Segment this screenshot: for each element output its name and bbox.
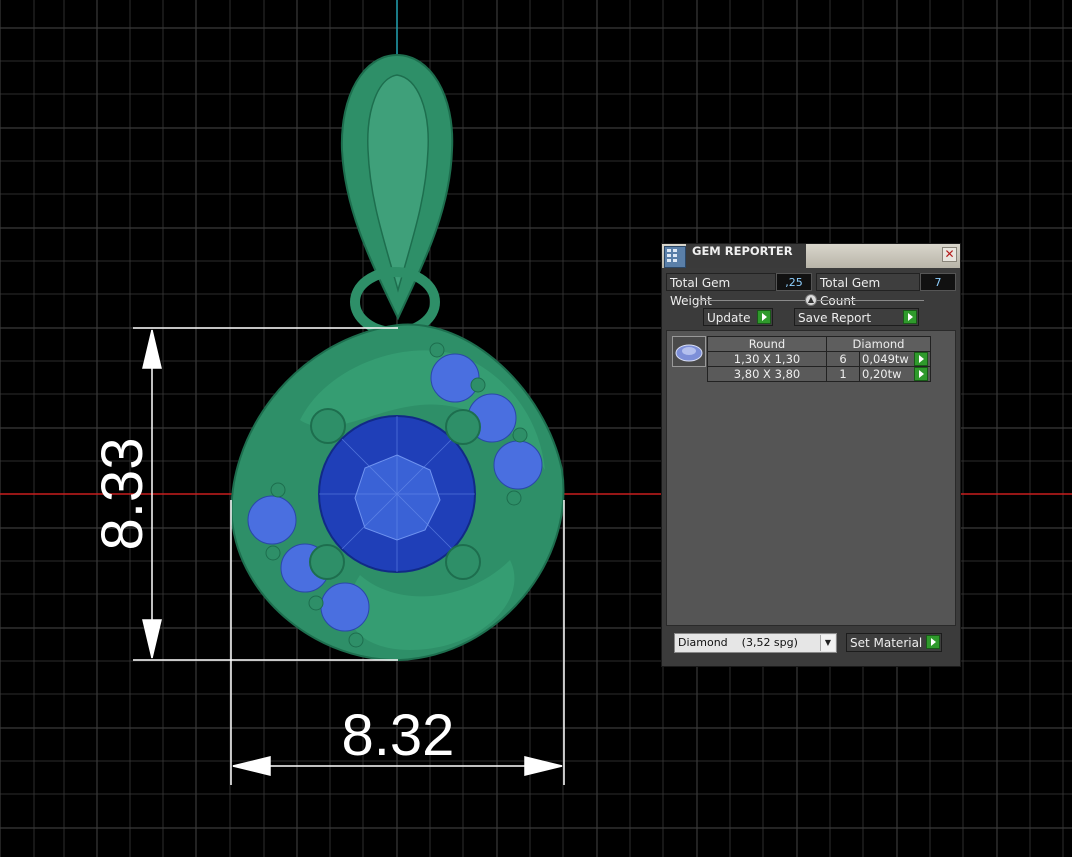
gem-count: 1 [826, 366, 860, 382]
arrowhead [142, 619, 162, 659]
save-report-button-label: Save Report [798, 311, 872, 325]
total-gem-weight-value: ,25 [776, 273, 812, 291]
column-header-material: Diamond [826, 336, 931, 352]
play-arrow-icon[interactable] [914, 367, 928, 381]
update-button-label: Update [707, 311, 751, 325]
gem-table: Round Diamond 1,30 X 1,30 6 0,049tw 3,80… [707, 336, 931, 382]
gem-size: 1,30 X 1,30 [707, 351, 827, 367]
panel-titlebar[interactable]: GEM REPORTER ✕ [662, 244, 960, 268]
pendant-model[interactable] [230, 53, 565, 662]
dimension-vertical-label: 8.33 [90, 438, 155, 551]
dimension-horizontal-label: 8.32 [342, 703, 455, 768]
total-gem-weight-label: Total Gem Weight [666, 273, 776, 308]
gem-count: 6 [826, 351, 860, 367]
table-row[interactable]: 1,30 X 1,30 6 0,049tw [707, 351, 931, 367]
arrowhead [524, 756, 563, 776]
play-arrow-icon[interactable] [757, 310, 771, 324]
side-stone [320, 582, 370, 632]
gem-reporter-panel: GEM REPORTER ✕ Total Gem Weight ,25 Tota… [661, 243, 961, 667]
side-stone [247, 495, 297, 545]
side-stone [430, 353, 480, 403]
save-report-button[interactable]: Save Report [794, 308, 919, 326]
total-gem-count-value: 7 [920, 273, 956, 291]
play-arrow-icon[interactable] [914, 352, 928, 366]
gem-list[interactable]: Round Diamond 1,30 X 1,30 6 0,049tw 3,80… [666, 330, 956, 626]
gem-weight: 0,049tw [862, 352, 909, 366]
column-header-shape: Round [707, 336, 827, 352]
collapse-icon[interactable]: ▲ [805, 294, 817, 306]
set-material-button-label: Set Material [850, 636, 923, 650]
set-material-button[interactable]: Set Material [846, 633, 942, 652]
table-row[interactable]: 3,80 X 3,80 1 0,20tw [707, 366, 931, 382]
material-select-value: Diamond (3,52 spg) [678, 636, 798, 649]
close-icon[interactable]: ✕ [942, 247, 957, 262]
gem-size: 3,80 X 3,80 [707, 366, 827, 382]
update-button[interactable]: Update [703, 308, 773, 326]
arrowhead [142, 329, 162, 369]
gem-weight: 0,20tw [862, 367, 902, 381]
side-stone [493, 440, 543, 490]
arrowhead [232, 756, 271, 776]
play-arrow-icon[interactable] [926, 635, 940, 649]
total-gem-count-label: Total Gem Count [816, 273, 920, 308]
gem-reporter-icon [664, 246, 686, 268]
panel-title: GEM REPORTER [686, 244, 806, 268]
gem-thumbnail[interactable] [672, 336, 706, 367]
round-gem-icon [675, 344, 703, 362]
gem-table-header: Round Diamond [707, 336, 931, 352]
play-arrow-icon[interactable] [903, 310, 917, 324]
material-select[interactable]: Diamond (3,52 spg) ▼ [674, 633, 837, 653]
chevron-down-icon[interactable]: ▼ [820, 635, 835, 651]
